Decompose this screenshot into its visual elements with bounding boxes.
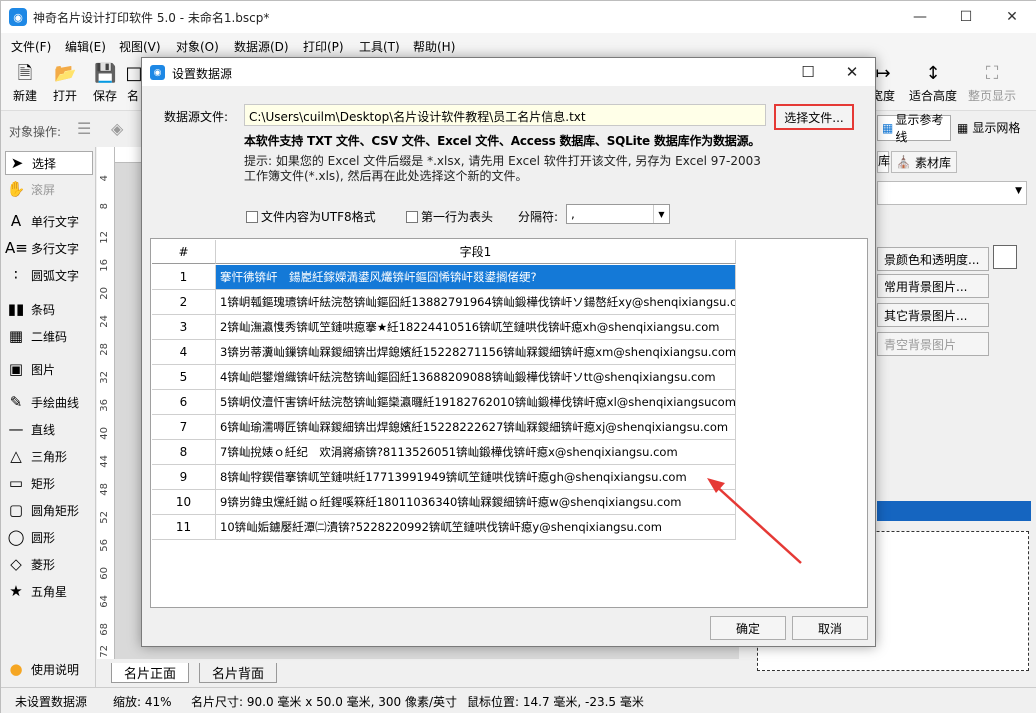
annotation-arrow: [707, 478, 802, 564]
app-window: ◉ 神奇名片设计打印软件 5.0 - 未命名1.bscp* — ☐ ✕ 文件(F…: [0, 0, 1036, 713]
